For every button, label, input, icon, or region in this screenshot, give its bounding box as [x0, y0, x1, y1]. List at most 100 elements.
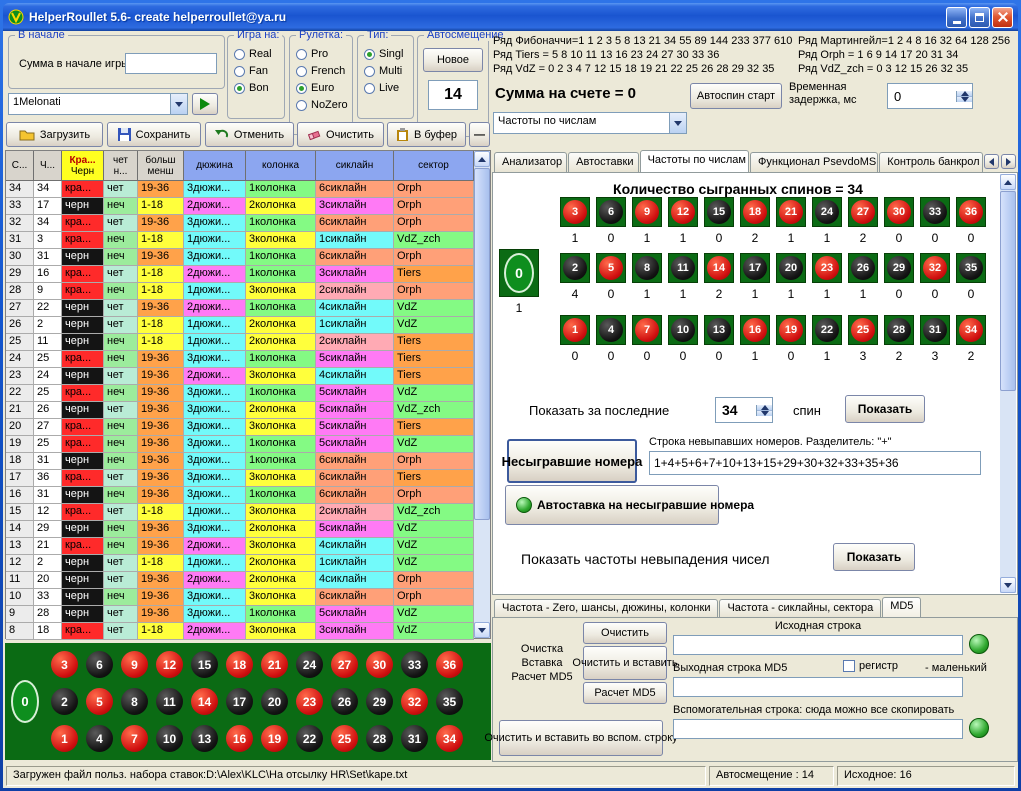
column-header[interactable]: Ч...	[34, 151, 62, 181]
board-number-19[interactable]: 19	[257, 722, 292, 755]
board-number-2[interactable]: 2	[47, 685, 82, 718]
tab-1[interactable]: Автоставки	[568, 152, 638, 172]
board-number-22[interactable]: 22	[292, 722, 327, 755]
board-number-14[interactable]: 14	[187, 685, 222, 718]
column-header[interactable]: четн...	[104, 151, 138, 181]
table-row[interactable]: 262чернчет1-181дюжи...2колонка1сиклайнVd…	[6, 317, 474, 334]
table-row[interactable]: 1429черннеч19-363дюжи...2колонка5сиклайн…	[6, 521, 474, 538]
to-buffer-button[interactable]: В буфер	[387, 122, 466, 147]
table-row[interactable]: 1631черннеч19-363дюжи...1колонка6сиклайн…	[6, 487, 474, 504]
scroll-down-icon[interactable]	[1000, 577, 1016, 593]
board-number-24[interactable]: 24	[292, 648, 327, 681]
chevron-down-icon[interactable]	[669, 113, 686, 133]
radio-live[interactable]: Live	[364, 82, 411, 94]
scroll-up-icon[interactable]	[1000, 174, 1016, 190]
board-number-15[interactable]: 15	[187, 648, 222, 681]
spinner-arrows[interactable]	[756, 405, 772, 416]
radio-euro[interactable]: Euro	[296, 82, 350, 94]
clear-button[interactable]: Очистить	[297, 122, 384, 147]
table-row[interactable]: 1512кра...чет1-181дюжи...3колонка2сиклай…	[6, 504, 474, 521]
missed-numbers-input[interactable]	[649, 451, 981, 475]
table-row[interactable]: 122чернчет1-181дюжи...2колонка1сиклайнVd…	[6, 555, 474, 572]
table-row[interactable]: 3317черннеч1-182дюжи...2колонка3сиклайнO…	[6, 198, 474, 215]
start-sum-input[interactable]	[125, 53, 217, 74]
spin-down-icon[interactable]	[757, 411, 772, 416]
table-row[interactable]: 1736кра...чет19-363дюжи...3колонка6сикла…	[6, 470, 474, 487]
board-number-13[interactable]: 13	[187, 722, 222, 755]
board-number-27[interactable]: 27	[327, 648, 362, 681]
radio-real[interactable]: Real	[234, 48, 282, 60]
radio-bon[interactable]: Bon	[234, 82, 282, 94]
table-row[interactable]: 2324чернчет19-362дюжи...3колонка4сиклайн…	[6, 368, 474, 385]
board-number-26[interactable]: 26	[327, 685, 362, 718]
table-row[interactable]: 3234кра...чет19-363дюжи...1колонка6сикла…	[6, 215, 474, 232]
show-button[interactable]: Показать	[845, 395, 925, 423]
board-number-29[interactable]: 29	[362, 685, 397, 718]
tab-1[interactable]: Частота - сиклайны, сектора	[719, 599, 881, 617]
radio-multi[interactable]: Multi	[364, 65, 411, 77]
panel-scrollbar[interactable]	[1000, 174, 1016, 593]
board-number-30[interactable]: 30	[362, 648, 397, 681]
table-row[interactable]: 1033черннеч19-363дюжи...3колонка6сиклайн…	[6, 589, 474, 606]
board-number-21[interactable]: 21	[257, 648, 292, 681]
tab-3[interactable]: Функционал PsevdoMS	[750, 152, 878, 172]
board-number-6[interactable]: 6	[82, 648, 117, 681]
load-button[interactable]: Загрузить	[6, 122, 103, 147]
table-row[interactable]: 2126чернчет19-363дюжи...2колонка5сиклайн…	[6, 402, 474, 419]
table-row[interactable]: 2511черннеч1-181дюжи...2колонка2сиклайнT…	[6, 334, 474, 351]
board-number-20[interactable]: 20	[257, 685, 292, 718]
column-header[interactable]: Кра...Черн	[62, 151, 104, 181]
radio-french[interactable]: French	[296, 65, 350, 77]
board-number-11[interactable]: 11	[152, 685, 187, 718]
table-row[interactable]: 2225кра...неч19-363дюжи...1колонка5сикла…	[6, 385, 474, 402]
md5-clear-button[interactable]: Очистить	[583, 622, 667, 644]
board-number-17[interactable]: 17	[222, 685, 257, 718]
radio-pro[interactable]: Pro	[296, 48, 350, 60]
board-number-16[interactable]: 16	[222, 722, 257, 755]
table-row[interactable]: 2425кра...неч19-363дюжи...1колонка5сикла…	[6, 351, 474, 368]
board-number-12[interactable]: 12	[152, 648, 187, 681]
tab-2[interactable]: Частоты по числам	[640, 150, 749, 172]
board-number-33[interactable]: 33	[397, 648, 432, 681]
board-number-31[interactable]: 31	[397, 722, 432, 755]
spinner-arrows[interactable]	[956, 91, 972, 102]
scroll-up-icon[interactable]	[474, 151, 490, 167]
column-header[interactable]: колонка	[246, 151, 316, 181]
board-number-0[interactable]: 0	[11, 680, 39, 723]
tab-2[interactable]: MD5	[882, 597, 921, 617]
board-number-23[interactable]: 23	[292, 685, 327, 718]
table-row[interactable]: 928чернчет19-363дюжи...1колонка5сиклайнV…	[6, 606, 474, 623]
spin-down-icon[interactable]	[957, 97, 972, 102]
column-header[interactable]: С...	[6, 151, 34, 181]
board-number-5[interactable]: 5	[82, 685, 117, 718]
autospin-start-button[interactable]: Автоспин старт	[690, 83, 782, 109]
radio-singl[interactable]: Singl	[364, 48, 411, 60]
board-number-7[interactable]: 7	[117, 722, 152, 755]
board-number-4[interactable]: 4	[82, 722, 117, 755]
paste-source-button[interactable]	[969, 634, 989, 654]
board-number-8[interactable]: 8	[117, 685, 152, 718]
column-header[interactable]: дюжина	[184, 151, 246, 181]
frequency-combobox[interactable]: Частоты по числам	[493, 112, 687, 134]
table-row[interactable]: 3031черннеч19-363дюжи...1колонка6сиклайн…	[6, 249, 474, 266]
close-button[interactable]	[992, 7, 1013, 28]
board-number-35[interactable]: 35	[432, 685, 467, 718]
board-number-32[interactable]: 32	[397, 685, 432, 718]
board-number-34[interactable]: 34	[432, 722, 467, 755]
table-scrollbar[interactable]	[474, 151, 490, 638]
minus-button[interactable]: —	[469, 122, 490, 147]
board-number-10[interactable]: 10	[152, 722, 187, 755]
scroll-down-icon[interactable]	[474, 622, 490, 638]
maximize-button[interactable]	[969, 7, 990, 28]
radio-fan[interactable]: Fan	[234, 65, 282, 77]
table-row[interactable]: 289кра...неч1-181дюжи...3колонка2сиклайн…	[6, 283, 474, 300]
play-button[interactable]	[192, 93, 218, 115]
column-header[interactable]: сектор	[394, 151, 474, 181]
output-string-input[interactable]	[673, 677, 963, 697]
table-row[interactable]: 818кра...чет1-182дюжи...3колонка3сиклайн…	[6, 623, 474, 640]
board-number-18[interactable]: 18	[222, 648, 257, 681]
board-number-9[interactable]: 9	[117, 648, 152, 681]
undo-button[interactable]: Отменить	[205, 122, 294, 147]
aux-string-input[interactable]	[673, 719, 963, 739]
tab-scroll-right-icon[interactable]	[1001, 154, 1016, 169]
